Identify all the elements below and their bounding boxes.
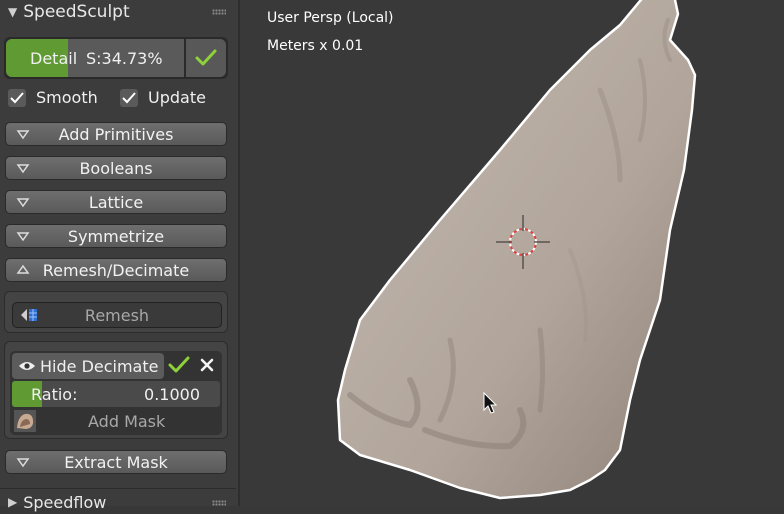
divider (0, 488, 236, 489)
drag-handle-icon[interactable] (212, 500, 226, 506)
speedsculpt-header[interactable]: ▼ SpeedSculpt (0, 0, 130, 24)
sculpt-mesh[interactable] (240, 0, 784, 506)
smooth-label: Smooth (36, 88, 98, 107)
add-mask-button[interactable]: Add Mask (12, 409, 220, 433)
ratio-slider[interactable]: Ratio: 0.1000 (12, 381, 220, 407)
ratio-value: 0.1000 (144, 385, 200, 404)
apply-decimate-checkmark-icon[interactable] (168, 356, 190, 374)
remesh-decimate-label: Remesh/Decimate (42, 260, 190, 280)
speedsculpt-title: SpeedSculpt (23, 2, 130, 22)
checkmark-icon (195, 49, 217, 66)
update-option[interactable]: Update (120, 88, 206, 107)
expand-arrow-icon (16, 458, 30, 468)
remesh-decimate-section[interactable]: Remesh/Decimate (5, 258, 227, 282)
apply-detail-button[interactable] (186, 39, 226, 77)
smooth-option[interactable]: Smooth (8, 88, 98, 107)
checkmark-icon (122, 91, 136, 103)
extract-mask-label: Extract Mask (64, 452, 168, 472)
checkmark-icon (10, 91, 24, 103)
add-mask-label: Add Mask (88, 412, 166, 431)
close-icon[interactable] (200, 358, 214, 372)
tool-panel: ▼ SpeedSculpt Detail S:34.73% Smooth Upd… (0, 0, 240, 512)
booleans-section[interactable]: Booleans (5, 156, 227, 180)
lattice-label: Lattice (88, 192, 144, 212)
extract-mask-section[interactable]: Extract Mask (5, 450, 227, 474)
symmetrize-label: Symmetrize (67, 226, 165, 246)
collapse-arrow-icon (16, 264, 30, 274)
booleans-label: Booleans (79, 158, 153, 178)
expand-arrow-icon (16, 164, 30, 174)
3d-viewport[interactable]: User Persp (Local) Meters x 0.01 (240, 0, 784, 506)
expand-arrow-icon (16, 198, 30, 208)
mask-icon (14, 410, 36, 432)
lattice-section[interactable]: Lattice (5, 190, 227, 214)
symmetrize-section[interactable]: Symmetrize (5, 224, 227, 248)
collapse-arrow-icon[interactable]: ▼ (8, 5, 17, 19)
detail-value: S:34.73% (86, 49, 163, 68)
detail-slider[interactable]: Detail S:34.73% (6, 39, 184, 77)
update-label: Update (148, 88, 206, 107)
expand-arrow-icon (16, 232, 30, 242)
expand-arrow-icon (16, 130, 30, 140)
units-label: Meters x 0.01 (267, 38, 364, 54)
hide-decimate-button[interactable]: Hide Decimate (12, 353, 164, 379)
drag-handle-icon[interactable] (212, 9, 226, 15)
ratio-label: Ratio: (31, 385, 78, 404)
speedflow-title: Speedflow (23, 492, 107, 512)
remesh-label: Remesh (84, 305, 150, 325)
hide-decimate-label: Hide Decimate (40, 356, 159, 376)
eye-icon (19, 362, 35, 370)
speedflow-header[interactable]: ▶ Speedflow (0, 490, 106, 514)
update-checkbox[interactable] (120, 88, 138, 107)
view-name-label: User Persp (Local) (267, 10, 394, 26)
smooth-checkbox[interactable] (8, 88, 26, 107)
remesh-icon (21, 309, 37, 321)
detail-label: Detail (30, 49, 78, 68)
add-primitives-label: Add Primitives (58, 124, 174, 144)
remesh-button[interactable]: Remesh (12, 302, 222, 328)
expand-arrow-icon[interactable]: ▶ (8, 495, 17, 509)
add-primitives-section[interactable]: Add Primitives (5, 122, 227, 146)
